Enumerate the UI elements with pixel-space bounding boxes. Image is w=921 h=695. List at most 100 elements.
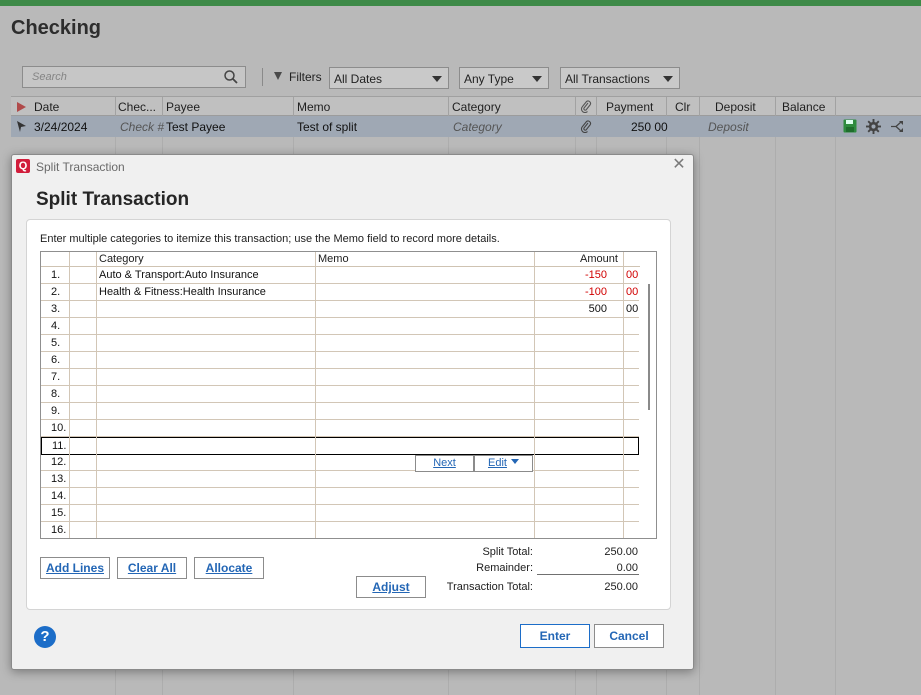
row-check-number[interactable]: Check # (120, 120, 164, 134)
split-row[interactable]: 9. (41, 403, 639, 420)
row-number: 10. (51, 422, 67, 434)
row-payment[interactable]: 250 00 (631, 120, 668, 134)
app-top-bar (0, 0, 921, 6)
split-row[interactable]: 2. Health & Fitness:Health Insurance -100 0… (41, 284, 639, 301)
split-row[interactable]: 3. 500 00 (41, 301, 639, 318)
remainder-label: Remainder: (476, 562, 533, 574)
remainder-value: 0.00 (616, 562, 638, 574)
split-row[interactable]: 1. Auto & Transport:Auto Insurance -150 00 (41, 267, 639, 284)
register-column-header: Date Chec... Payee Memo Category Payment… (11, 96, 921, 116)
type-filter-value: Any Type (464, 72, 514, 86)
split-row[interactable]: 11. (41, 437, 639, 455)
split-row[interactable]: 10. (41, 420, 639, 437)
filter-icon[interactable] (274, 72, 282, 80)
date-filter-select[interactable]: All Dates (329, 67, 449, 89)
date-filter-value: All Dates (334, 72, 383, 86)
edit-cursor-icon (17, 121, 26, 132)
split-row[interactable]: 5. (41, 335, 639, 352)
col-clr[interactable]: Clr (675, 100, 690, 114)
col-category[interactable]: Category (452, 100, 501, 114)
instructions-text: Enter multiple categories to itemize thi… (40, 233, 500, 245)
row-amount-cents[interactable]: 00 (626, 303, 638, 315)
sort-arrow-icon (17, 102, 26, 112)
attachment-icon[interactable] (580, 120, 592, 133)
transaction-filter-value: All Transactions (565, 72, 650, 86)
type-filter-select[interactable]: Any Type (459, 67, 549, 89)
col-deposit[interactable]: Deposit (715, 100, 756, 114)
col-payment[interactable]: Payment (606, 100, 653, 114)
clear-all-button[interactable]: Clear All (117, 557, 187, 579)
next-button[interactable]: Next (415, 455, 474, 472)
split-icon[interactable] (890, 120, 904, 133)
row-number: 9. (51, 405, 61, 417)
col-amount-header: Amount (580, 253, 618, 265)
split-row[interactable]: 8. (41, 386, 639, 403)
split-row[interactable]: 15. (41, 505, 639, 522)
row-number: 7. (51, 371, 61, 383)
help-icon[interactable]: ? (34, 626, 56, 648)
totals-divider (537, 574, 639, 575)
allocate-button[interactable]: Allocate (194, 557, 264, 579)
cancel-button[interactable]: Cancel (594, 624, 664, 648)
attachment-icon (580, 100, 592, 113)
row-category-field[interactable]: Health & Fitness:Health Insurance (99, 286, 266, 298)
row-deposit[interactable]: Deposit (708, 120, 749, 134)
row-amount-field[interactable]: 500 (589, 303, 607, 315)
split-row[interactable]: 7. (41, 369, 639, 386)
col-category-header: Category (99, 253, 144, 265)
row-date[interactable]: 3/24/2024 (34, 120, 87, 134)
edit-menu-button[interactable]: Edit (474, 455, 533, 472)
row-number: 8. (51, 388, 61, 400)
split-row[interactable]: 6. (41, 352, 639, 369)
row-amount-field[interactable]: -150 (585, 269, 607, 281)
split-row[interactable]: 12. (41, 454, 639, 471)
toolbar-divider (262, 68, 263, 86)
split-transaction-dialog: Q Split Transaction ✕ Split Transaction … (11, 154, 694, 670)
col-balance[interactable]: Balance (782, 100, 825, 114)
row-number: 3. (51, 303, 61, 315)
row-amount-cents[interactable]: 00 (626, 269, 638, 281)
col-memo-header: Memo (318, 253, 349, 265)
add-lines-button[interactable]: Add Lines (40, 557, 110, 579)
filters-label[interactable]: Filters (289, 70, 322, 84)
split-row[interactable]: 4. (41, 318, 639, 335)
register-toolbar: Search Filters All Dates Any Type All Tr… (0, 54, 921, 96)
split-row[interactable]: 13. (41, 471, 639, 488)
row-memo[interactable]: Test of split (297, 120, 357, 134)
save-icon[interactable] (843, 119, 857, 133)
close-icon[interactable]: ✕ (671, 157, 687, 173)
row-number: 16. (51, 524, 67, 536)
col-memo[interactable]: Memo (297, 100, 330, 114)
col-check[interactable]: Chec... (118, 100, 156, 114)
register-row-selected[interactable]: 3/24/2024 Check # Test Payee Test of spl… (11, 116, 921, 137)
row-category-field[interactable]: Auto & Transport:Auto Insurance (99, 269, 259, 281)
enter-button[interactable]: Enter (520, 624, 590, 648)
row-number: 12. (51, 456, 67, 468)
row-category[interactable]: Category (453, 120, 502, 134)
gear-icon[interactable] (866, 119, 881, 134)
row-payee[interactable]: Test Payee (166, 120, 225, 134)
split-panel: Enter multiple categories to itemize thi… (26, 219, 671, 610)
col-payee[interactable]: Payee (166, 100, 200, 114)
transaction-total-label: Transaction Total: (446, 581, 533, 593)
row-number: 11. (52, 440, 67, 452)
chevron-down-icon (532, 76, 542, 82)
transaction-filter-select[interactable]: All Transactions (560, 67, 680, 89)
chevron-down-icon (510, 459, 519, 464)
row-amount-cents[interactable]: 00 (626, 286, 638, 298)
row-number: 1. (51, 269, 61, 281)
chevron-down-icon (663, 76, 673, 82)
split-row[interactable]: 16. (41, 522, 639, 538)
row-amount-field[interactable]: -100 (585, 286, 607, 298)
split-total-value: 250.00 (604, 546, 638, 558)
search-icon[interactable] (223, 69, 239, 85)
row-number: 5. (51, 337, 61, 349)
split-row[interactable]: 14. (41, 488, 639, 505)
col-date[interactable]: Date (34, 100, 59, 114)
search-input[interactable]: Search (22, 66, 246, 88)
split-total-label: Split Total: (482, 546, 533, 558)
row-number: 2. (51, 286, 61, 298)
edit-label: Edit (488, 457, 507, 469)
register-title: Checking (11, 17, 102, 39)
scrollbar-thumb[interactable] (648, 284, 650, 410)
